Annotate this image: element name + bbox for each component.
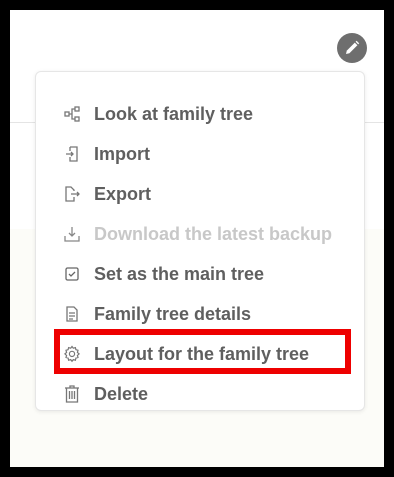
menu-item-label: Family tree details bbox=[94, 303, 252, 324]
export-icon bbox=[63, 185, 81, 203]
menu-item-label: Export bbox=[94, 183, 152, 204]
menu-item-label: Download the latest backup bbox=[94, 223, 333, 244]
menu-item-label: Look at family tree bbox=[94, 103, 254, 124]
edit-button[interactable] bbox=[337, 33, 367, 63]
import-icon bbox=[63, 145, 81, 163]
menu-item-label: Set as the main tree bbox=[94, 263, 265, 284]
trash-icon bbox=[63, 385, 81, 403]
menu-item-look-at-family-tree[interactable]: Look at family tree bbox=[36, 95, 366, 133]
screenshot-frame: Look at family tree Import Export Downlo… bbox=[0, 0, 394, 477]
menu-item-delete[interactable]: Delete bbox=[36, 375, 366, 413]
menu-item-set-main-tree[interactable]: Set as the main tree bbox=[36, 255, 366, 293]
tree-share-icon bbox=[63, 105, 81, 123]
menu-item-export[interactable]: Export bbox=[36, 175, 366, 213]
download-icon bbox=[63, 225, 81, 243]
check-square-icon bbox=[63, 265, 81, 283]
pencil-icon bbox=[344, 40, 360, 56]
highlight-box bbox=[54, 329, 351, 374]
menu-item-family-tree-details[interactable]: Family tree details bbox=[36, 295, 366, 333]
menu-item-import[interactable]: Import bbox=[36, 135, 366, 173]
menu-item-label: Delete bbox=[94, 383, 149, 404]
menu-item-download-backup: Download the latest backup bbox=[36, 215, 366, 253]
document-icon bbox=[63, 305, 81, 323]
menu-item-label: Import bbox=[94, 143, 150, 164]
